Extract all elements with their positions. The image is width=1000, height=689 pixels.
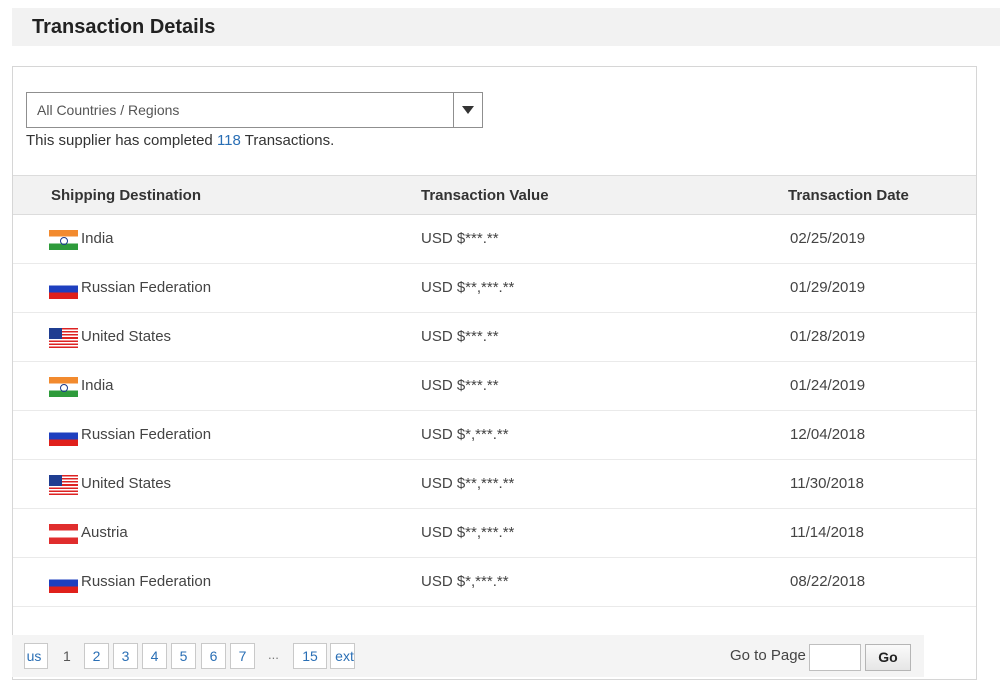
india-flag-icon	[49, 377, 78, 397]
next-page-button[interactable]: ext	[330, 643, 355, 669]
goto-page-label: Go to Page	[730, 647, 806, 664]
date-cell: 08/22/2018	[790, 573, 866, 590]
table-row: Austria USD $**,***.** 11/14/2018	[13, 509, 976, 558]
destination-cell: India	[81, 230, 114, 247]
summary-prefix: This supplier has completed	[26, 132, 217, 149]
date-cell: 02/25/2019	[790, 230, 866, 247]
india-flag-icon	[49, 230, 78, 250]
page-15-button[interactable]: 15	[293, 643, 327, 669]
table-row: India USD $***.** 02/25/2019	[13, 215, 976, 264]
date-cell: 01/29/2019	[790, 279, 866, 296]
table-row: United States USD $**,***.** 11/30/2018	[13, 460, 976, 509]
pagination-ellipsis: ...	[268, 647, 279, 662]
value-cell: USD $***.**	[421, 377, 499, 394]
goto-page-input[interactable]	[809, 644, 861, 671]
destination-cell: United States	[81, 328, 172, 345]
page-title: Transaction Details	[32, 16, 216, 38]
russia-flag-icon	[49, 426, 78, 446]
value-cell: USD $*,***.**	[421, 573, 509, 590]
section-header: Transaction Details	[12, 8, 1000, 46]
date-cell: 11/30/2018	[790, 475, 864, 492]
previous-page-button[interactable]: us	[24, 643, 48, 669]
go-button[interactable]: Go	[865, 644, 911, 671]
value-cell: USD $**,***.**	[421, 279, 515, 296]
table-row: United States USD $***.** 01/28/2019	[13, 313, 976, 362]
page-6-button[interactable]: 6	[201, 643, 226, 669]
usa-flag-icon	[49, 475, 78, 495]
current-page: 1	[63, 648, 71, 664]
summary-suffix: Transactions.	[240, 132, 335, 149]
table-row: India USD $***.** 01/24/2019	[13, 362, 976, 411]
column-header-value: Transaction Value	[421, 187, 549, 204]
value-cell: USD $***.**	[421, 328, 499, 345]
destination-cell: Russian Federation	[81, 279, 212, 296]
date-cell: 01/28/2019	[790, 328, 866, 345]
date-cell: 12/04/2018	[790, 426, 866, 443]
destination-cell: Austria	[81, 524, 128, 541]
usa-flag-icon	[49, 328, 78, 348]
page-5-button[interactable]: 5	[171, 643, 196, 669]
value-cell: USD $**,***.**	[421, 475, 515, 492]
date-cell: 11/14/2018	[790, 524, 864, 541]
country-region-dropdown[interactable]: All Countries / Regions	[26, 92, 483, 128]
page-4-button[interactable]: 4	[142, 643, 167, 669]
dropdown-selected-value: All Countries / Regions	[37, 102, 180, 118]
value-cell: USD $**,***.**	[421, 524, 515, 541]
russia-flag-icon	[49, 279, 78, 299]
chevron-down-icon[interactable]	[453, 93, 482, 127]
column-header-date: Transaction Date	[788, 187, 909, 204]
destination-cell: Russian Federation	[81, 426, 212, 443]
value-cell: USD $*,***.**	[421, 426, 509, 443]
transaction-count: 118	[216, 132, 241, 149]
destination-cell: United States	[81, 475, 172, 492]
table-header: Shipping Destination Transaction Value T…	[13, 175, 976, 215]
pagination-bar: us 1 2 3 4 5 6 7 ... 15 ext Go to Page G…	[12, 635, 924, 677]
transaction-summary: This supplier has completed 118 Transact…	[26, 132, 334, 149]
page-7-button[interactable]: 7	[230, 643, 255, 669]
destination-cell: Russian Federation	[81, 573, 212, 590]
austria-flag-icon	[49, 524, 78, 544]
table-row: Russian Federation USD $*,***.** 08/22/2…	[13, 558, 976, 607]
table-row: Russian Federation USD $*,***.** 12/04/2…	[13, 411, 976, 460]
date-cell: 01/24/2019	[790, 377, 866, 394]
page-3-button[interactable]: 3	[113, 643, 138, 669]
page-2-button[interactable]: 2	[84, 643, 109, 669]
russia-flag-icon	[49, 573, 78, 593]
column-header-destination: Shipping Destination	[51, 187, 201, 204]
table-row: Russian Federation USD $**,***.** 01/29/…	[13, 264, 976, 313]
value-cell: USD $***.**	[421, 230, 499, 247]
transaction-panel: All Countries / Regions This supplier ha…	[12, 66, 977, 680]
destination-cell: India	[81, 377, 114, 394]
